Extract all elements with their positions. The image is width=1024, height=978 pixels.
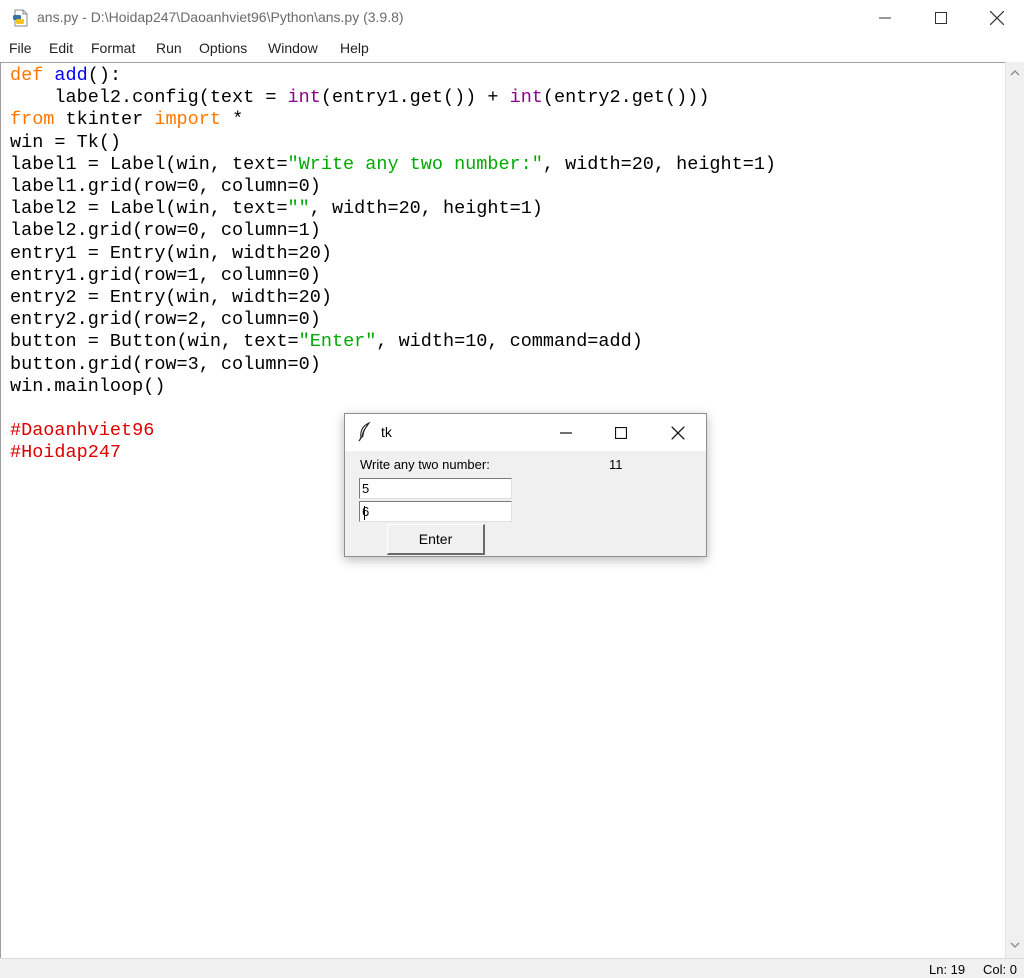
minimize-icon [879,17,891,19]
tk-window: tk Write any two number: 11 5 6 Enter [344,413,707,557]
code-token: def [10,65,44,86]
code-token: tkinter [54,109,155,131]
status-line: Ln: 19 [929,962,966,977]
menu-edit[interactable]: Edit [49,40,73,56]
vertical-scrollbar[interactable] [1005,62,1024,958]
code-token: add [54,65,88,86]
status-bar: Ln: 19 Col: 0 [0,958,1024,978]
code-token: label2 = Label(win, text= [10,198,288,220]
maximize-icon [935,12,947,24]
code-line: label2 = Label(win, text="", width=20, h… [10,198,543,220]
code-line: entry1 = Entry(win, width=20) [10,243,332,265]
close-button[interactable] [969,0,1024,36]
tk-entry-2[interactable]: 6 [359,501,512,522]
code-line: win.mainloop() [10,376,165,398]
code-line: entry1.grid(row=1, column=0) [10,265,321,287]
tk-entry-1[interactable]: 5 [359,478,512,499]
python-file-icon [12,9,30,27]
code-token: win = Tk() [10,131,122,153]
code-token: (): [87,65,122,86]
code-token: entry2.grid(row=2, column=0) [10,309,321,331]
code-line: button.grid(row=3, column=0) [10,354,321,376]
code-token: (entry2.get())) [542,87,710,109]
menu-format[interactable]: Format [91,40,135,56]
scroll-up-icon[interactable] [1010,68,1020,78]
menu-window[interactable]: Window [268,40,318,56]
code-line: label2.grid(row=0, column=1) [10,220,321,242]
code-token: label1 = Label(win, text= [10,153,288,175]
text-caret [364,505,366,520]
status-column: Col: 0 [983,962,1017,977]
code-token: import [154,109,221,131]
code-token: int [287,87,321,109]
code-token: int [509,87,543,109]
code-token: * [220,109,244,131]
code-token: label2.grid(row=0, column=1) [10,220,321,242]
code-token: "Write any two number:" [287,153,543,175]
code-line: entry2.grid(row=2, column=0) [10,309,321,331]
code-line: label2.config(text = int(entry1.get()) +… [10,87,709,109]
tk-prompt-label: Write any two number: [360,457,490,472]
menu-help[interactable]: Help [340,40,369,56]
tk-title-bar: tk [345,414,706,451]
code-token: entry1 = Entry(win, width=20) [10,242,332,264]
maximize-icon [615,426,627,439]
code-line: win = Tk() [10,132,121,154]
menu-run[interactable]: Run [156,40,182,56]
code-token: #Hoidap247 [10,442,122,464]
tk-feather-icon [357,421,373,447]
code-line: label1 = Label(win, text="Write any two … [10,154,776,176]
code-token: , width=20, height=1) [309,198,543,220]
close-icon [990,11,1004,25]
tk-maximize-button[interactable] [594,414,648,451]
code-line: #Hoidap247 [10,442,121,464]
menu-options[interactable]: Options [199,40,247,56]
minimize-button[interactable] [857,0,913,36]
code-token: win.mainloop() [10,375,166,397]
code-token: button.grid(row=3, column=0) [10,353,321,375]
code-token: label1.grid(row=0, column=0) [10,176,321,197]
code-token: button = Button(win, text= [10,331,299,353]
code-line: #Daoanhviet96 [10,420,154,442]
code-token: entry1.grid(row=1, column=0) [10,264,321,286]
code-token: (entry1.get()) + [320,87,510,109]
code-token: entry2 = Entry(win, width=20) [10,287,332,308]
minimize-icon [560,431,572,434]
tk-window-title: tk [381,424,392,440]
tk-result-label: 11 [609,457,623,472]
menu-file[interactable]: File [9,40,32,56]
tk-close-button[interactable] [651,414,705,451]
code-token: from [10,109,55,131]
code-token: , width=20, height=1) [542,153,777,175]
code-token: #Daoanhviet96 [10,420,155,442]
tk-entry-2-value: 6 [362,504,370,519]
scroll-down-icon[interactable] [1010,940,1020,950]
maximize-button[interactable] [913,0,969,36]
title-bar: ans.py - D:\Hoidap247\Daoanhviet96\Pytho… [0,0,1024,36]
code-token: label2.config(text = [10,87,288,109]
menu-bar: File Edit Format Run Options Window Help [0,36,1024,62]
code-line: entry2 = Entry(win, width=20) [10,287,332,309]
code-token: "Enter" [298,331,377,353]
code-token: "" [287,198,310,220]
close-icon [671,426,685,439]
tk-entry-1-value: 5 [362,481,370,496]
code-token: , width=10, command=add) [376,331,643,353]
tk-minimize-button[interactable] [539,414,593,451]
code-line: button = Button(win, text="Enter", width… [10,331,643,353]
tk-enter-button[interactable]: Enter [387,524,485,555]
window-title: ans.py - D:\Hoidap247\Daoanhviet96\Pytho… [37,9,404,25]
code-line: from tkinter import * [10,109,243,131]
code-line: def add(): [10,65,121,87]
code-line: label1.grid(row=0, column=0) [10,176,321,198]
